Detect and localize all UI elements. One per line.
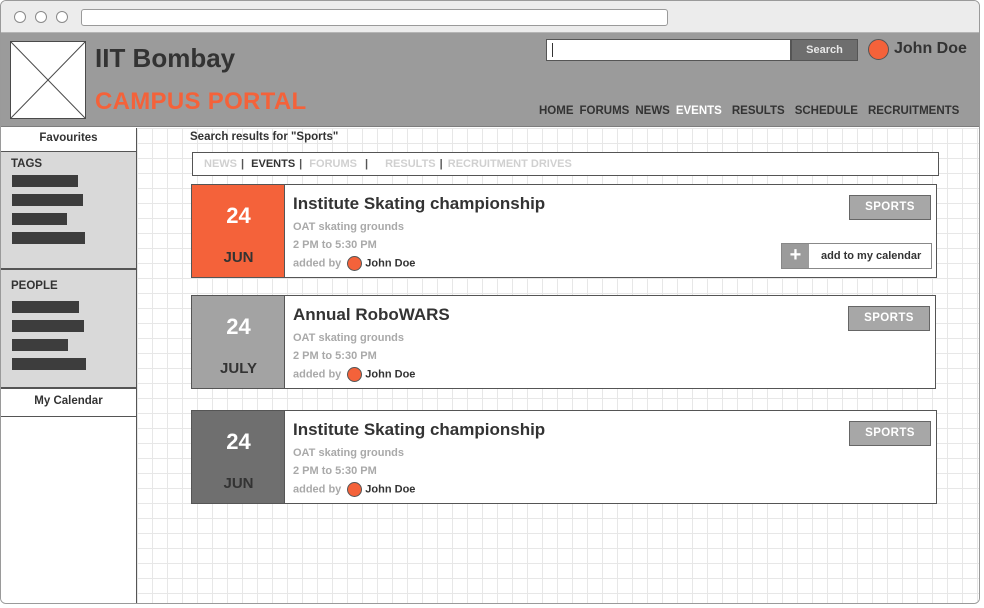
event-date-block: 24 JULY [192,296,285,388]
event-title[interactable]: Institute Skating championship [293,420,545,440]
filter-recruitment-drives[interactable]: RECRUITMENT DRIVES [448,158,572,170]
added-by-label: added by [293,483,342,496]
added-by-label: added by [293,257,342,270]
site-title: IIT Bombay [95,43,236,73]
event-day: 24 [226,429,251,454]
nav-home[interactable]: HOME [539,105,574,117]
window-minimize-button[interactable] [35,11,47,23]
site-subtitle: CAMPUS PORTAL [95,88,307,115]
event-month: JULY [220,360,257,377]
event-time: 2 PM to 5:30 PM [293,465,377,477]
sports-tag-button[interactable]: SPORTS [849,195,931,220]
added-by-user[interactable]: John Doe [365,258,415,270]
event-time: 2 PM to 5:30 PM [293,239,377,251]
tags-label: TAGS [11,158,43,170]
event-time: 2 PM to 5:30 PM [293,350,377,362]
add-to-calendar-button[interactable]: + add to my calendar [781,243,932,269]
address-bar[interactable] [81,9,668,26]
people-label: PEOPLE [11,280,58,292]
logo-placeholder[interactable] [10,41,86,119]
sidebar-my-calendar[interactable]: My Calendar [1,389,136,417]
sidebar-favourites[interactable]: Favourites [1,128,136,152]
added-by-label: added by [293,368,342,381]
window-maximize-button[interactable] [56,11,68,23]
nav-results[interactable]: RESULTS [732,105,785,117]
sidebar: Favourites TAGS PEOPLE My Calendar [1,128,137,603]
event-date-block: 24 JUN [192,411,285,503]
event-title[interactable]: Annual RoboWARS [293,305,450,325]
user-avatar[interactable] [868,39,889,60]
tag-item[interactable] [12,194,83,206]
event-day: 24 [226,314,251,339]
event-card[interactable]: 24 JULY Annual RoboWARS OAT skating grou… [191,295,936,389]
person-item[interactable] [12,358,86,370]
tag-item[interactable] [12,213,67,225]
event-title[interactable]: Institute Skating championship [293,194,545,214]
sports-tag-button[interactable]: SPORTS [849,421,931,446]
added-by-user[interactable]: John Doe [365,484,415,496]
user-avatar [347,482,363,497]
nav-schedule[interactable]: SCHEDULE [795,105,858,117]
nav-recruitments[interactable]: RECRUITMENTS [868,105,959,117]
nav-news[interactable]: NEWS [635,105,670,117]
browser-window: IIT Bombay CAMPUS PORTAL Search John Doe… [0,0,980,604]
event-day: 24 [226,203,251,228]
event-card[interactable]: 24 JUN Institute Skating championship OA… [191,184,937,278]
person-item[interactable] [12,339,68,351]
tag-item[interactable] [12,232,85,244]
event-month: JUN [223,475,254,492]
add-to-calendar-label: add to my calendar [821,250,922,262]
event-added-by: added by John Doe [293,367,415,382]
event-date-block: 24 JUN [192,185,285,277]
filter-results[interactable]: RESULTS [385,158,436,170]
window-close-button[interactable] [14,11,26,23]
plus-icon: + [782,244,809,268]
filter-news[interactable]: NEWS [204,158,237,170]
filter-tabs: NEWS | EVENTS | FORUMS | RESULTS | RECRUITME… [192,152,939,176]
event-card[interactable]: 24 JUN Institute Skating championship OA… [191,410,937,504]
person-item[interactable] [12,301,79,313]
user-name[interactable]: John Doe [894,40,967,58]
event-location: OAT skating grounds [293,221,405,233]
event-month: JUN [223,249,254,266]
added-by-user[interactable]: John Doe [365,369,415,381]
sports-tag-button[interactable]: SPORTS [848,306,930,331]
event-location: OAT skating grounds [293,332,405,344]
browser-chrome [1,1,979,33]
search-button[interactable]: Search [791,39,858,61]
people-panel: PEOPLE [1,270,136,389]
event-added-by: added by John Doe [293,256,415,271]
search-input[interactable] [546,39,791,61]
tags-panel: TAGS [1,152,136,270]
tag-item[interactable] [12,175,78,187]
filter-events[interactable]: EVENTS [251,158,295,170]
image-placeholder-icon [10,41,86,119]
person-item[interactable] [12,320,84,332]
search-results-label: Search results for "Sports" [190,131,339,143]
event-added-by: added by John Doe [293,482,415,497]
event-location: OAT skating grounds [293,447,405,459]
main-content: Search results for "Sports" NEWS | EVENTS… [137,128,979,603]
user-avatar [347,367,363,382]
user-avatar [347,256,363,271]
main-nav: HOME FORUMS NEWS EVENTS RESULTS SCHEDULE… [539,105,959,117]
nav-events[interactable]: EVENTS [676,105,722,117]
nav-forums[interactable]: FORUMS [580,105,630,117]
site-header: IIT Bombay CAMPUS PORTAL Search John Doe… [1,33,979,127]
filter-forums[interactable]: FORUMS [309,158,357,170]
